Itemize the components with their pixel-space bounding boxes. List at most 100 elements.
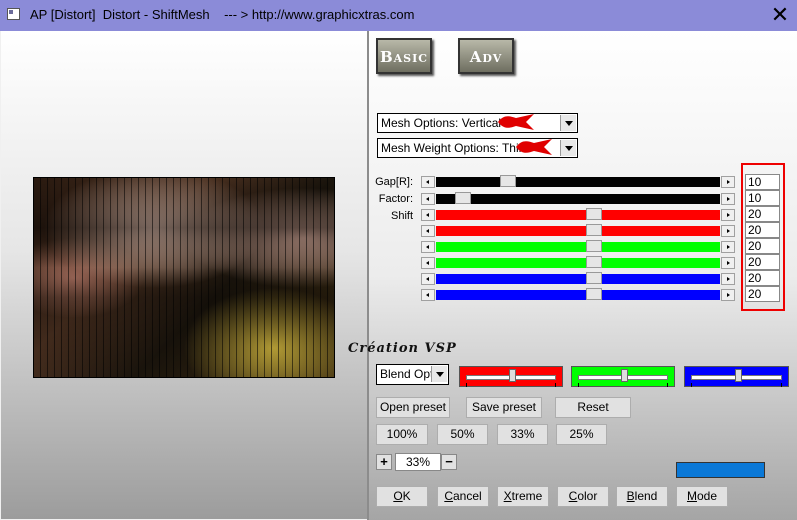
ok-button[interactable]: OK	[376, 486, 428, 507]
zoom-field[interactable]: 33%	[395, 453, 441, 471]
slider-thumb[interactable]	[734, 369, 742, 382]
arrow-right-icon[interactable]	[721, 193, 735, 205]
tick-mark	[555, 383, 556, 387]
reset-button[interactable]: Reset	[555, 397, 631, 418]
ok-label: K	[402, 489, 411, 503]
mesh-options-value: Mesh Options: Vertical	[381, 116, 502, 130]
arrow-right-icon[interactable]	[721, 176, 735, 188]
arrow-right-icon[interactable]	[721, 273, 735, 285]
tick-mark	[466, 383, 467, 387]
arrow-left-icon[interactable]	[421, 193, 435, 205]
shift-slider-2[interactable]	[421, 224, 735, 237]
mode-mnemonic: M	[686, 489, 697, 503]
shift-slider-5[interactable]	[421, 272, 735, 285]
xtreme-label: treme	[511, 489, 543, 503]
slider-track[interactable]	[436, 274, 720, 284]
blend-red-slider[interactable]	[459, 366, 563, 387]
adv-tab-button[interactable]: Adv	[458, 38, 514, 74]
chevron-down-icon[interactable]	[560, 140, 576, 156]
tick-mark	[667, 383, 668, 387]
slider-thumb[interactable]	[454, 192, 471, 204]
slider-thumb[interactable]	[586, 288, 603, 300]
color-label: olor	[577, 489, 598, 503]
window-title: AP [Distort] Distort - ShiftMesh --- > h…	[30, 7, 415, 22]
cancel-mnemonic: C	[444, 489, 453, 503]
factor-slider[interactable]	[421, 192, 735, 205]
red-arrow-icon	[498, 114, 534, 130]
zoom-50-button[interactable]: 50%	[437, 424, 488, 445]
slider-track[interactable]	[436, 194, 720, 204]
watermark-text: Création VSP	[348, 341, 457, 356]
slider-thumb[interactable]	[586, 224, 603, 236]
zoom-minus-button[interactable]: −	[441, 454, 457, 470]
ok-mnemonic: O	[393, 489, 403, 503]
arrow-left-icon[interactable]	[421, 273, 435, 285]
blend-button[interactable]: Blend	[616, 486, 668, 507]
blend-green-slider[interactable]	[571, 366, 675, 387]
xtreme-button[interactable]: Xtreme	[497, 486, 549, 507]
highlight-rectangle	[741, 163, 785, 311]
cancel-label: ancel	[452, 489, 482, 503]
slider-track[interactable]	[436, 177, 720, 187]
mesh-weight-options-value: Mesh Weight Options: Thin	[381, 141, 526, 155]
slider-track[interactable]	[436, 290, 720, 300]
slider-thumb[interactable]	[586, 240, 603, 252]
arrow-right-icon[interactable]	[721, 257, 735, 269]
chevron-down-icon[interactable]	[431, 366, 447, 382]
arrow-left-icon[interactable]	[421, 209, 435, 221]
color-swatch[interactable]	[676, 462, 765, 478]
slider-track[interactable]	[436, 210, 720, 220]
shift-label: Shift	[390, 210, 413, 222]
slider-thumb[interactable]	[586, 208, 603, 220]
close-button[interactable]: ✕	[765, 1, 795, 29]
tick-mark	[691, 383, 692, 387]
factor-label: Factor:	[378, 193, 413, 205]
slider-thumb[interactable]	[621, 369, 628, 382]
slider-track[interactable]	[436, 226, 720, 236]
zoom-100-button[interactable]: 100%	[376, 424, 428, 445]
arrow-right-icon[interactable]	[721, 225, 735, 237]
slider-thumb[interactable]	[509, 369, 516, 382]
mode-label: ode	[696, 489, 718, 503]
slider-thumb[interactable]	[586, 256, 603, 268]
basic-tab-button[interactable]: Basic	[376, 38, 432, 74]
blend-blue-slider[interactable]	[684, 366, 789, 387]
slider-thumb[interactable]	[500, 175, 517, 187]
zoom-plus-button[interactable]: +	[376, 454, 392, 470]
red-arrow-icon	[516, 139, 552, 155]
arrow-right-icon[interactable]	[721, 209, 735, 221]
arrow-left-icon[interactable]	[421, 176, 435, 188]
cancel-button[interactable]: Cancel	[437, 486, 489, 507]
tick-mark	[781, 383, 782, 387]
mesh-options-select[interactable]: Mesh Options: Vertical	[377, 113, 578, 133]
slider-track[interactable]	[436, 258, 720, 268]
color-button[interactable]: Color	[557, 486, 609, 507]
shift-slider-1[interactable]	[421, 208, 735, 221]
arrow-left-icon[interactable]	[421, 257, 435, 269]
zoom-25-button[interactable]: 25%	[556, 424, 607, 445]
zoom-33-button[interactable]: 33%	[497, 424, 548, 445]
mode-button[interactable]: Mode	[676, 486, 728, 507]
xtreme-mnemonic: X	[503, 489, 512, 503]
gap-label: Gap[R]:	[375, 176, 413, 188]
preview-image[interactable]	[33, 177, 335, 378]
blend-label: lend	[634, 489, 658, 503]
arrow-right-icon[interactable]	[721, 289, 735, 301]
save-preset-button[interactable]: Save preset	[466, 397, 542, 418]
open-preset-button[interactable]: Open preset	[376, 397, 450, 418]
chevron-down-icon[interactable]	[560, 115, 576, 131]
shift-slider-4[interactable]	[421, 256, 735, 269]
arrow-left-icon[interactable]	[421, 225, 435, 237]
arrow-right-icon[interactable]	[721, 241, 735, 253]
arrow-left-icon[interactable]	[421, 289, 435, 301]
shift-slider-6[interactable]	[421, 288, 735, 301]
gap-slider[interactable]	[421, 175, 735, 188]
slider-thumb[interactable]	[586, 272, 603, 284]
tick-mark	[578, 383, 579, 387]
blend-options-select[interactable]: Blend Optio	[376, 364, 449, 385]
shift-slider-3[interactable]	[421, 240, 735, 253]
app-icon	[7, 8, 20, 20]
slider-track[interactable]	[436, 242, 720, 252]
blend-mnemonic: B	[626, 489, 635, 503]
arrow-left-icon[interactable]	[421, 241, 435, 253]
